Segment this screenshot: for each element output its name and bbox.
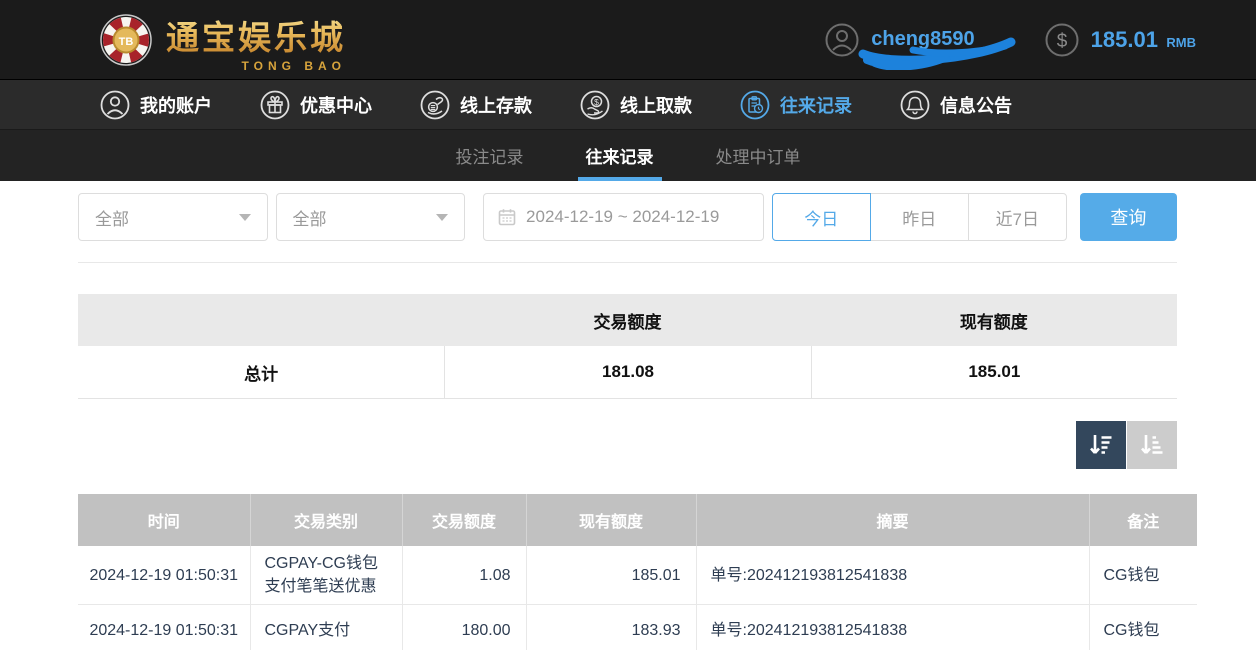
cell-category: CGPAY支付	[250, 605, 402, 650]
balance-amount: 185.01	[1091, 27, 1158, 52]
sort-ascending-icon	[1138, 431, 1166, 459]
site-title: 通宝娱乐城	[166, 11, 346, 59]
table-row: 2024-12-19 01:50:31 CGPAY-CG钱包支付笔笔送优惠 1.…	[78, 546, 1197, 605]
cell-time: 2024-12-19 01:50:31	[78, 605, 250, 650]
col-header-summary: 摘要	[696, 494, 1089, 546]
col-header-time: 时间	[78, 494, 250, 546]
type-select[interactable]: 全部	[78, 193, 268, 241]
dollar-coin-icon: $	[1045, 23, 1079, 57]
quick-date-group: 今日 昨日 近7日	[772, 193, 1067, 241]
yesterday-button[interactable]: 昨日	[870, 193, 969, 241]
svg-text:$: $	[1056, 31, 1067, 52]
nav-item-promotions[interactable]: 优惠中心	[260, 90, 372, 120]
table-row: 2024-12-19 01:50:31 CGPAY支付 180.00 183.9…	[78, 605, 1197, 650]
cell-time: 2024-12-19 01:50:31	[78, 546, 250, 605]
summary-table: 交易额度 现有额度 总计 181.08 185.01	[78, 294, 1177, 399]
cell-note: CG钱包	[1089, 605, 1197, 650]
withdraw-hand-dollar-icon: $	[580, 90, 610, 120]
col-header-category: 交易类别	[250, 494, 402, 546]
summary-transaction-total: 181.08	[444, 346, 810, 398]
col-header-balance: 现有额度	[526, 494, 696, 546]
user-account[interactable]: cheng8590	[825, 23, 974, 57]
records-table: 时间 交易类别 交易额度 现有额度 摘要 备注 2024-12-19 01:50…	[78, 494, 1197, 650]
summary-total-label: 总计	[78, 346, 444, 398]
cell-category: CGPAY-CG钱包支付笔笔送优惠	[250, 546, 402, 605]
deposit-hand-coin-icon	[420, 90, 450, 120]
nav-item-announcements[interactable]: 信息公告	[900, 90, 1012, 120]
nav-item-transaction-records[interactable]: 往来记录	[740, 90, 852, 120]
nav-item-withdraw[interactable]: $ 线上取款	[580, 90, 692, 120]
category-select[interactable]: 全部	[276, 193, 466, 241]
sort-descending-icon	[1087, 431, 1115, 459]
table-header-row: 时间 交易类别 交易额度 现有额度 摘要 备注	[78, 494, 1197, 546]
svg-text:$: $	[594, 96, 599, 106]
bell-icon	[900, 90, 930, 120]
summary-total-row: 总计 181.08 185.01	[78, 346, 1177, 399]
user-icon	[825, 23, 859, 57]
username-text: cheng8590	[871, 28, 974, 50]
last7days-button[interactable]: 近7日	[968, 193, 1067, 241]
col-header-amount: 交易额度	[402, 494, 526, 546]
sort-descending-button[interactable]	[1076, 421, 1126, 469]
site-logo[interactable]: TB 通宝娱乐城 TONG BAO	[100, 11, 346, 69]
site-subtitle: TONG BAO	[242, 59, 346, 73]
cell-summary: 单号:202412193812541838	[696, 546, 1089, 605]
search-button[interactable]: 查询	[1080, 193, 1177, 241]
tab-transaction-records[interactable]: 往来记录	[584, 130, 656, 181]
balance-currency: RMB	[1166, 35, 1196, 50]
main-nav: 我的账户 优惠中心 线上存款 $ 线上取款	[0, 80, 1256, 130]
filter-row: 全部 全部 2024-12-19 ~ 2024-12-19 今日 昨日 近7日 …	[78, 193, 1177, 241]
nav-item-my-account[interactable]: 我的账户	[100, 90, 212, 120]
cell-balance: 183.93	[526, 605, 696, 650]
svg-text:TB: TB	[119, 36, 134, 48]
cell-amount: 180.00	[402, 605, 526, 650]
records-clipboard-clock-icon	[740, 90, 770, 120]
tab-pending-orders[interactable]: 处理中订单	[714, 130, 803, 181]
today-button[interactable]: 今日	[772, 193, 871, 241]
balance-display[interactable]: $ 185.01 RMB	[1045, 23, 1196, 57]
date-range-input[interactable]: 2024-12-19 ~ 2024-12-19	[483, 193, 764, 241]
col-header-note: 备注	[1089, 494, 1197, 546]
summary-header-row: 交易额度 现有额度	[78, 294, 1177, 346]
poker-chip-icon: TB	[100, 14, 152, 66]
summary-header-transaction: 交易额度	[444, 294, 810, 346]
calendar-icon	[498, 208, 516, 226]
main-content: 全部 全部 2024-12-19 ~ 2024-12-19 今日 昨日 近7日 …	[0, 181, 1256, 650]
section-divider	[78, 262, 1177, 263]
cell-summary: 单号:202412193812541838	[696, 605, 1089, 650]
sort-controls	[78, 421, 1177, 469]
top-bar: TB 通宝娱乐城 TONG BAO cheng8590	[0, 0, 1256, 80]
tab-betting-records[interactable]: 投注记录	[454, 130, 526, 181]
cell-balance: 185.01	[526, 546, 696, 605]
cell-note: CG钱包	[1089, 546, 1197, 605]
summary-header-blank	[78, 294, 444, 346]
nav-item-deposit[interactable]: 线上存款	[420, 90, 532, 120]
chevron-down-icon	[239, 214, 251, 221]
summary-balance-total: 185.01	[811, 346, 1177, 398]
sort-ascending-button[interactable]	[1127, 421, 1177, 469]
chevron-down-icon	[436, 214, 448, 221]
summary-header-balance: 现有额度	[811, 294, 1177, 346]
cell-amount: 1.08	[402, 546, 526, 605]
user-icon	[100, 90, 130, 120]
record-tabs: 投注记录 往来记录 处理中订单	[0, 130, 1256, 181]
gift-icon	[260, 90, 290, 120]
